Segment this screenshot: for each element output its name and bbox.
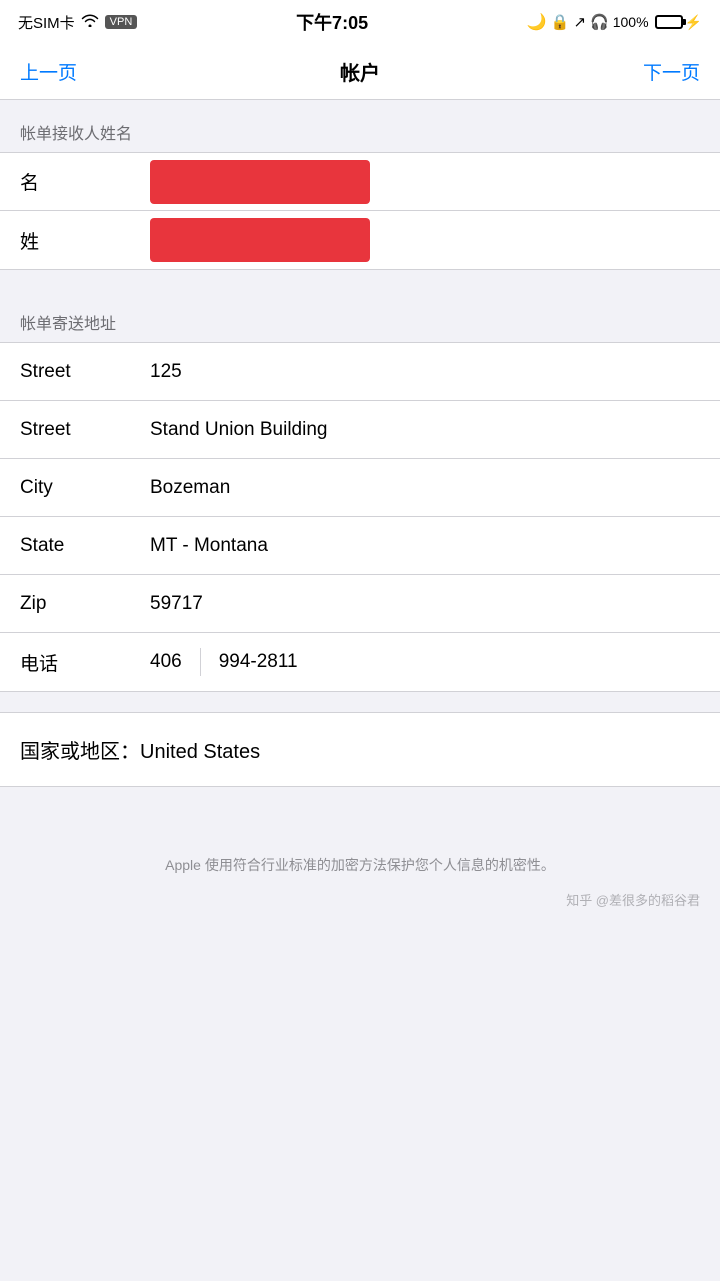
last-name-row: 姓 <box>0 211 720 269</box>
lock-icon: 🔒 <box>551 13 570 31</box>
street1-label: Street <box>20 361 150 383</box>
moon-icon: 🌙 <box>527 12 547 32</box>
status-bar: 无SIM卡 VPN 下午7:05 🌙 🔒 ↗ 🎧 100% ⚡ <box>0 0 720 44</box>
zip-row: Zip 59717 <box>0 575 720 633</box>
city-value[interactable]: Bozeman <box>150 477 700 499</box>
first-name-input[interactable] <box>150 160 370 204</box>
zip-value[interactable]: 59717 <box>150 593 700 615</box>
footer-note: Apple 使用符合行业标准的加密方法保护您个人信息的机密性。 <box>0 827 720 886</box>
status-time: 下午7:05 <box>296 9 368 35</box>
battery-icon <box>655 15 683 29</box>
billing-name-table: 名 姓 <box>0 152 720 270</box>
state-label: State <box>20 535 150 557</box>
city-row: City Bozeman <box>0 459 720 517</box>
billing-address-header: 帐单寄送地址 <box>0 290 720 342</box>
street2-label: Street <box>20 419 150 441</box>
phone-value[interactable]: 406 994-2811 <box>150 648 298 676</box>
street1-row: Street 125 <box>0 343 720 401</box>
nav-bar: 上一页 帐户 下一页 <box>0 44 720 100</box>
billing-address-table: Street 125 Street Stand Union Building C… <box>0 342 720 692</box>
phone-number: 994-2811 <box>219 651 298 673</box>
first-name-label: 名 <box>20 168 150 195</box>
country-value: United States <box>140 741 260 763</box>
status-right: 🌙 🔒 ↗ 🎧 100% ⚡ <box>527 12 702 32</box>
street2-value[interactable]: Stand Union Building <box>150 419 700 441</box>
city-label: City <box>20 477 150 499</box>
carrier-label: 无SIM卡 <box>18 12 75 33</box>
zip-label: Zip <box>20 593 150 615</box>
footer-watermark: 知乎 @差很多的稻谷君 <box>0 886 720 929</box>
charging-icon: ⚡ <box>685 14 702 31</box>
billing-name-header: 帐单接收人姓名 <box>0 100 720 152</box>
country-prefix: 国家或地区： <box>20 741 140 763</box>
phone-row: 电话 406 994-2811 <box>0 633 720 691</box>
status-left: 无SIM卡 VPN <box>18 12 137 33</box>
phone-area-code: 406 <box>150 651 182 673</box>
next-button[interactable]: 下一页 <box>643 58 700 85</box>
state-row: State MT - Montana <box>0 517 720 575</box>
last-name-input[interactable] <box>150 218 370 262</box>
vpn-badge: VPN <box>105 15 138 29</box>
country-label: 国家或地区：United States <box>20 741 260 763</box>
location-icon: ↗ <box>573 13 586 31</box>
wifi-icon <box>81 13 99 31</box>
phone-divider <box>200 648 201 676</box>
street1-value[interactable]: 125 <box>150 361 700 383</box>
prev-button[interactable]: 上一页 <box>20 58 77 85</box>
headphone-icon: 🎧 <box>590 13 609 31</box>
phone-label: 电话 <box>20 649 150 676</box>
battery-percent: 100% <box>613 14 649 30</box>
page-title: 帐户 <box>340 57 380 86</box>
country-section: 国家或地区：United States <box>0 712 720 787</box>
last-name-label: 姓 <box>20 227 150 254</box>
state-value[interactable]: MT - Montana <box>150 535 700 557</box>
first-name-row: 名 <box>0 153 720 211</box>
street2-row: Street Stand Union Building <box>0 401 720 459</box>
